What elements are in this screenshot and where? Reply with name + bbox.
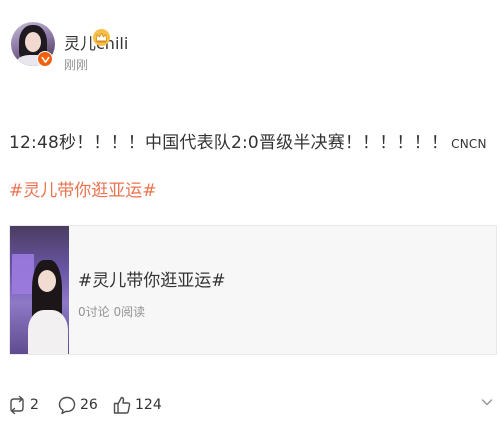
topic-card-title: #灵儿带你逛亚运# xyxy=(78,271,226,291)
topic-card-image xyxy=(10,226,69,354)
thumbs-up-icon xyxy=(113,396,131,414)
card-image-person-face xyxy=(38,270,56,292)
repost-count: 2 xyxy=(30,397,39,413)
hashtag-link[interactable]: #灵儿带你逛亚运# xyxy=(9,176,157,201)
topic-card-stats: 0讨论 0阅读 xyxy=(78,305,146,319)
topic-card[interactable]: #灵儿带你逛亚运# 0讨论 0阅读 xyxy=(9,225,497,355)
post-text-main: 12:48秒！！！！中国代表队2:0晋级半决赛！！！！！！ xyxy=(9,133,449,153)
post-timestamp: 刚刚 xyxy=(64,58,89,72)
repost-icon xyxy=(10,395,24,415)
chevron-down-icon[interactable] xyxy=(480,395,494,409)
post-text-suffix: CNCN xyxy=(451,137,487,151)
repost-button[interactable]: 2 xyxy=(8,390,39,420)
card-image-person-body xyxy=(28,310,68,354)
like-count: 124 xyxy=(135,397,162,413)
like-button[interactable]: 124 xyxy=(113,390,162,420)
comment-button[interactable]: 26 xyxy=(58,390,98,420)
crown-icon xyxy=(92,28,111,47)
comment-icon xyxy=(58,396,76,415)
post-text: 12:48秒！！！！中国代表队2:0晋级半决赛！！！！！！ CNCN xyxy=(9,128,487,153)
action-bar: 2 26 124 xyxy=(0,390,500,420)
weibo-post: 灵儿chili 刚刚 12:48秒！！！！中国代表队2:0晋级半决赛！！！！！！… xyxy=(0,0,500,440)
comment-count: 26 xyxy=(80,397,98,413)
avatar-face xyxy=(25,32,41,52)
card-image-sign xyxy=(12,254,34,294)
verified-badge-icon xyxy=(37,51,53,67)
